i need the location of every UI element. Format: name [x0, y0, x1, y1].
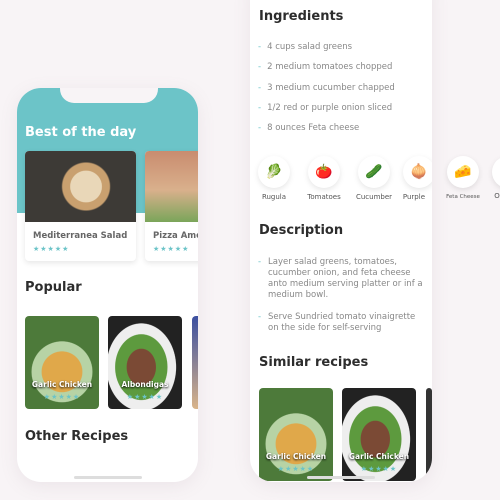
popular-card-partial[interactable]: [192, 316, 198, 409]
salad-image: [25, 151, 136, 222]
rating-stars: ★★★★★: [126, 393, 164, 401]
phone-notch: [60, 88, 158, 103]
rating-stars: ★★★★★: [153, 245, 190, 253]
ingredient-label: Tomatoes: [307, 193, 341, 201]
home-indicator: [307, 476, 375, 479]
ingredient-label: Rugula: [261, 193, 287, 201]
ingredient-item: -1/2 red or purple onion sliced: [258, 103, 393, 113]
card-title: Garlic Chicken: [265, 452, 327, 461]
description-step: - Layer salad greens, tomatoes, cucumber …: [258, 257, 423, 300]
ingredient-item: -2 medium tomatoes chopped: [258, 62, 393, 72]
ingredient-label: Purple: [402, 193, 425, 201]
card-title: Pizza Ame: [153, 231, 198, 241]
ingredient-label: O: [494, 192, 500, 200]
description-step: - Serve Sundried tomato vinaigrette on th…: [258, 312, 416, 333]
recipe-detail-screen: Ingredients -4 cups salad greens -2 medi…: [250, 0, 432, 482]
cucumber-icon[interactable]: 🥒: [358, 156, 390, 188]
home-indicator: [74, 476, 142, 479]
similar-recipes-title: Similar recipes: [259, 355, 369, 370]
popular-card-garlic-chicken[interactable]: Garlic Chicken ★★★★★: [25, 316, 99, 409]
ingredients-title: Ingredients: [259, 9, 344, 24]
rating-stars: ★★★★★: [360, 465, 398, 473]
similar-card-garlic-chicken-2[interactable]: Garlic Chicken ★★★★★: [342, 388, 416, 481]
card-title: Mediterranea Salad: [33, 231, 128, 241]
popular-title: Popular: [25, 280, 82, 295]
rating-stars: ★★★★★: [43, 393, 81, 401]
recipe-card-pizza[interactable]: Pizza Ame ★★★★★: [145, 151, 198, 261]
tomato-icon[interactable]: 🍅: [308, 156, 340, 188]
ingredient-item: -8 ounces Feta cheese: [258, 123, 360, 133]
similar-card-partial[interactable]: [426, 388, 432, 481]
ingredient-partial-icon[interactable]: [492, 156, 500, 188]
pizza-image: [145, 151, 198, 222]
ingredient-label: Cucumber: [355, 193, 393, 201]
ingredient-item: -4 cups salad greens: [258, 42, 353, 52]
recipe-card-mediterranea-salad[interactable]: Mediterranea Salad ★★★★★: [25, 151, 136, 261]
other-recipes-title: Other Recipes: [25, 429, 129, 444]
best-of-day-title: Best of the day: [25, 125, 137, 140]
card-title: Albondigas: [121, 380, 169, 389]
ingredient-item: -3 medium cucumber chapped: [258, 83, 395, 93]
rugula-icon[interactable]: 🥬: [258, 156, 290, 188]
feta-cheese-icon[interactable]: 🧀: [447, 156, 479, 188]
rating-stars: ★★★★★: [277, 465, 315, 473]
popular-card-albondigas[interactable]: Albondigas ★★★★★: [108, 316, 182, 409]
card-title: Garlic Chicken: [348, 452, 410, 461]
recipe-home-screen: Best of the day Mediterranea Salad ★★★★★…: [17, 88, 198, 482]
description-title: Description: [259, 223, 344, 238]
card-title: Garlic Chicken: [31, 380, 93, 389]
rating-stars: ★★★★★: [33, 245, 70, 253]
similar-card-garlic-chicken[interactable]: Garlic Chicken ★★★★★: [259, 388, 333, 481]
onion-icon[interactable]: 🧅: [403, 156, 432, 188]
